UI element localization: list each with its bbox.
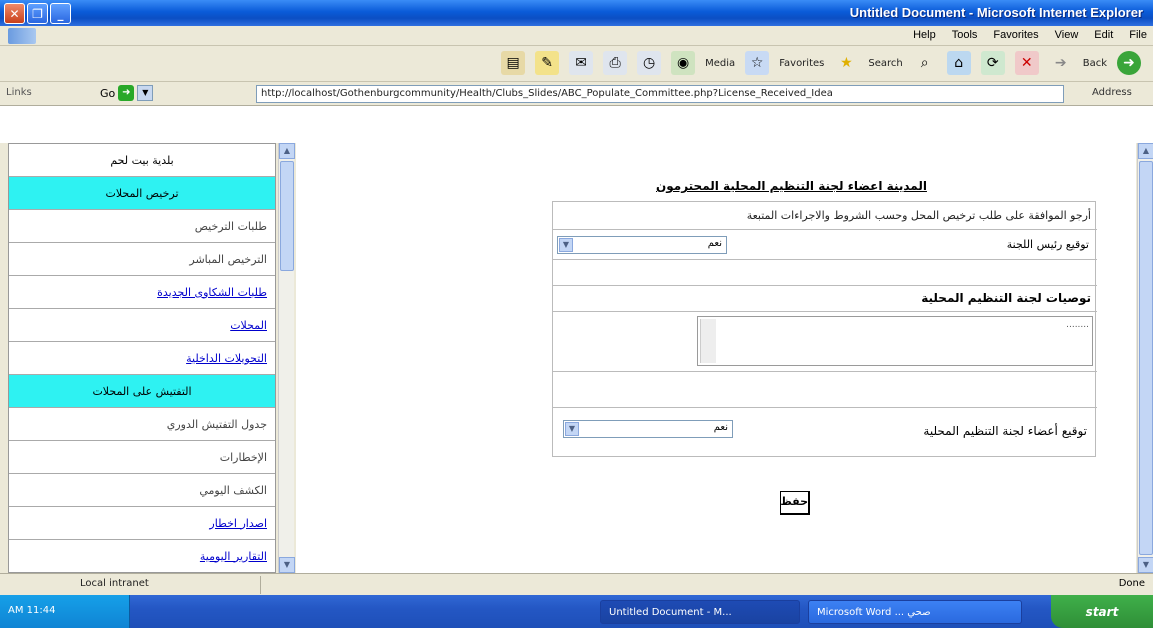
textarea-scrollbar[interactable] xyxy=(700,319,716,363)
form-row-intro: أرجو الموافقة على طلب ترخيص المحل وحسب ا… xyxy=(553,202,1097,230)
sidebar-item[interactable]: التحويلات الداخلية xyxy=(9,342,275,375)
sidebar-item[interactable]: التقارير اليومية xyxy=(9,540,275,572)
sidebar-item[interactable]: طلبات الشكاوى الجديدة xyxy=(9,276,275,309)
sidebar-scrollbar[interactable]: ▲ ▼ xyxy=(278,143,295,573)
forward-icon[interactable]: ➔ xyxy=(1049,51,1073,75)
recommendations-label: توصيات لجنة التنظيم المحلية xyxy=(921,291,1091,305)
title-bar: ✕ ❐ _ Untitled Document - Microsoft Inte… xyxy=(0,0,1153,26)
form-row-recommendations: ........ xyxy=(553,312,1097,372)
address-label: Address xyxy=(1092,87,1132,98)
save-button[interactable]: حفظ xyxy=(780,491,810,515)
sidebar-item[interactable]: جدول التفتيش الدوري xyxy=(9,408,275,441)
stop-icon[interactable]: ✕ xyxy=(1014,51,1039,75)
sidebar-item[interactable]: الإخطارات xyxy=(9,441,275,474)
toolbar: ▤ ✎ ✉ ⎙ ◷ ◉ Media ☆ Favorites ★ Search ⌕… xyxy=(0,46,1153,82)
sidebar-item[interactable]: اصدار اخطار xyxy=(9,507,275,540)
sidebar: بلدية بيت لحم ترخيص المحلات طلبات الترخيص ا… xyxy=(8,143,276,573)
main-frame: المدينة اعضاء لجنة التنظيم المحلية المحت… xyxy=(296,143,1136,573)
form-row-empty xyxy=(553,260,1097,286)
sidebar-item: ترخيص المحلات xyxy=(9,177,275,210)
members-signature-value: نعم xyxy=(713,422,728,433)
folder-icon[interactable]: ▤ xyxy=(501,51,526,75)
home-icon[interactable]: ⌂ xyxy=(946,51,971,75)
favorites-label[interactable]: Favorites xyxy=(779,58,824,69)
members-signature-select[interactable]: نعم ▼ xyxy=(563,420,733,438)
window-title: Untitled Document - Microsoft Internet E… xyxy=(849,5,1143,20)
scroll-thumb[interactable] xyxy=(1139,161,1153,555)
chevron-down-icon[interactable]: ▼ xyxy=(137,85,154,101)
sidebar-item[interactable]: الترخيص المباشر xyxy=(9,243,275,276)
chevron-down-icon[interactable]: ▼ xyxy=(559,238,573,252)
chevron-down-icon[interactable]: ▼ xyxy=(565,422,579,436)
start-button[interactable]: start xyxy=(1051,595,1153,628)
form-row-recommendations-title: توصيات لجنة التنظيم المحلية xyxy=(553,286,1097,312)
media-icon[interactable]: ◉ xyxy=(671,51,696,75)
status-divider xyxy=(260,576,261,594)
go-label: Go xyxy=(100,86,116,100)
back-icon[interactable]: ➜ xyxy=(1117,51,1141,75)
intro-text: أرجو الموافقة على طلب ترخيص المحل وحسب ا… xyxy=(746,209,1091,222)
head-signature-select[interactable]: نعم ▼ xyxy=(557,236,727,254)
address-input[interactable]: http://localhost/Gothenburgcommunity/Hea… xyxy=(256,85,1064,103)
maximize-button[interactable]: ❐ xyxy=(27,3,48,24)
head-signature-value: نعم xyxy=(707,238,722,249)
members-signature-label: توقيع أعضاء لجنة التنظيم المحلية xyxy=(923,424,1087,438)
menu-bar: Help Tools Favorites View Edit File xyxy=(0,26,1153,46)
go-arrow-icon: ➜ xyxy=(118,85,135,101)
recommendations-textarea[interactable]: ........ xyxy=(697,316,1093,366)
scroll-down-icon[interactable]: ▼ xyxy=(279,557,295,573)
scroll-thumb[interactable] xyxy=(280,161,294,271)
menu-file[interactable]: File xyxy=(1129,29,1147,41)
sidebar-item[interactable]: المحلات xyxy=(9,309,275,342)
status-bar: Local intranet Done xyxy=(0,573,1153,595)
windows-logo-icon xyxy=(8,28,36,44)
edit-icon[interactable]: ✎ xyxy=(535,51,560,75)
main-scrollbar[interactable]: ▲ ▼ xyxy=(1137,143,1153,573)
mail-icon[interactable]: ✉ xyxy=(569,51,594,75)
back-label[interactable]: Back xyxy=(1083,58,1107,69)
search-label[interactable]: Search xyxy=(868,58,902,69)
status-done: Done xyxy=(1118,578,1145,589)
system-tray: AM 11:44 xyxy=(0,595,130,628)
sidebar-item[interactable]: الكشف اليومي xyxy=(9,474,275,507)
links-label[interactable]: Links xyxy=(6,87,32,98)
scroll-up-icon[interactable]: ▲ xyxy=(1138,143,1153,159)
sidebar-item: بلدية بيت لحم xyxy=(9,144,275,177)
taskbar: AM 11:44 Untitled Document - M... Micros… xyxy=(0,595,1153,628)
task-ie-window[interactable]: Untitled Document - M... xyxy=(600,600,800,624)
sidebar-item[interactable]: طلبات الترخيص xyxy=(9,210,275,243)
search-icon[interactable]: ⌕ xyxy=(913,51,937,75)
menu-edit[interactable]: Edit xyxy=(1094,29,1113,41)
history-icon[interactable]: ◷ xyxy=(637,51,662,75)
minimize-button[interactable]: _ xyxy=(50,3,71,24)
form-row-members-signature: توقيع أعضاء لجنة التنظيم المحلية نعم ▼ xyxy=(553,408,1097,458)
page-heading: المدينة اعضاء لجنة التنظيم المحلية المحت… xyxy=(656,179,927,193)
form-row-head-signature: توقيع رئيس اللجنة نعم ▼ xyxy=(553,230,1097,260)
go-button[interactable]: Go ➜ ▼ xyxy=(100,85,154,101)
scroll-up-icon[interactable]: ▲ xyxy=(279,143,295,159)
menu-tools[interactable]: Tools xyxy=(952,29,978,41)
address-bar: Links Go ➜ ▼ http://localhost/Gothenburg… xyxy=(0,82,1153,106)
committee-form: أرجو الموافقة على طلب ترخيص المحل وحسب ا… xyxy=(552,201,1097,458)
status-zone: Local intranet xyxy=(80,578,149,589)
star-icon[interactable]: ★ xyxy=(834,51,858,75)
close-button[interactable]: ✕ xyxy=(4,3,25,24)
print-icon[interactable]: ⎙ xyxy=(603,51,628,75)
recommendations-text: ........ xyxy=(1066,320,1089,330)
head-signature-label: توقيع رئيس اللجنة xyxy=(1006,238,1089,251)
refresh-icon[interactable]: ⟳ xyxy=(980,51,1005,75)
clock[interactable]: AM 11:44 xyxy=(8,605,55,616)
menu-view[interactable]: View xyxy=(1055,29,1079,41)
form-row-empty-2 xyxy=(553,372,1097,408)
scroll-down-icon[interactable]: ▼ xyxy=(1138,557,1153,573)
menu-help[interactable]: Help xyxy=(913,29,936,41)
favorites-icon[interactable]: ☆ xyxy=(745,51,770,75)
sidebar-item: التفتيش على المحلات xyxy=(9,375,275,408)
media-label[interactable]: Media xyxy=(705,58,735,69)
menu-favorites[interactable]: Favorites xyxy=(993,29,1038,41)
task-word-window[interactable]: Microsoft Word ... صحي xyxy=(808,600,1022,624)
frame-top-area xyxy=(0,106,1153,143)
